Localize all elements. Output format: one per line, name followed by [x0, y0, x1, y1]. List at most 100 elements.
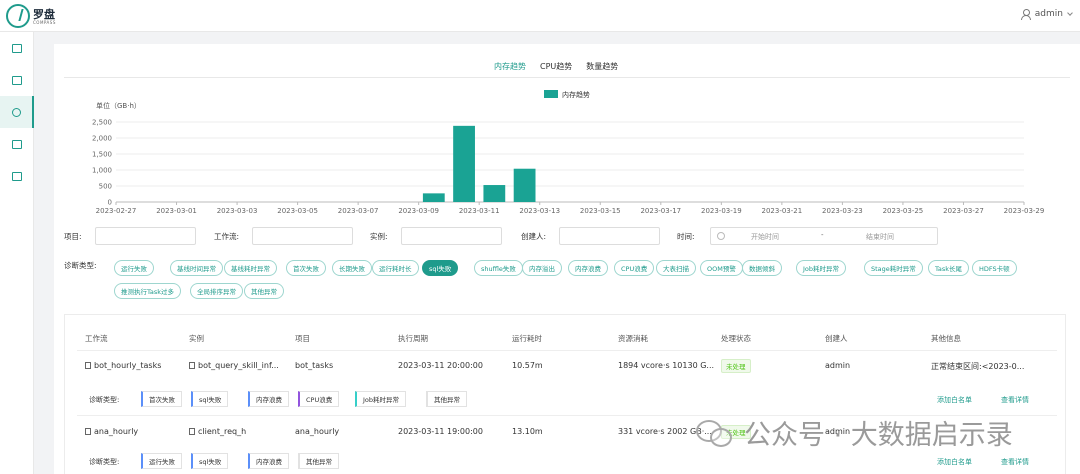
sidebar-item-table[interactable] [0, 160, 34, 192]
diag-pill[interactable]: 内存浪费 [568, 260, 608, 276]
diag-pill[interactable]: 内存溢出 [522, 260, 562, 276]
time-label: 时间: [677, 232, 695, 241]
chevron-down-icon [1067, 9, 1073, 16]
diag-type-label: 诊断类型: [64, 261, 97, 270]
diag-pill[interactable]: 全局排序异常 [190, 283, 243, 299]
x-tick-label: 2023-03-01 [156, 207, 197, 215]
diagnosis-icon [11, 107, 21, 117]
diag-pill[interactable]: 运行耗时长 [372, 260, 419, 276]
diag-tag: 内存浪费 [248, 453, 289, 469]
x-tick-label: 2023-03-09 [398, 207, 439, 215]
y-tick-label: 1,000 [92, 167, 112, 175]
cell-workflow[interactable]: ana_hourly [85, 427, 138, 436]
main-panel: 内存趋势 CPU趋势 数量趋势 内存趋势 单位（GB·h） 2,500 2,000 1,… [54, 44, 1080, 474]
diag-pill[interactable]: sql失败 [422, 260, 459, 276]
th-project: 项目 [295, 334, 310, 343]
sidebar-item-cube[interactable] [0, 128, 34, 160]
sidebar-item-diagnosis[interactable] [0, 96, 34, 128]
x-tick-label: 2023-03-05 [277, 207, 318, 215]
bar-2023-03-11 [483, 185, 506, 202]
user-name: admin [1034, 9, 1063, 19]
cell-workflow[interactable]: bot_hourly_tasks [85, 361, 161, 370]
diag-pill[interactable]: 首次失败 [286, 260, 326, 276]
diag-pill[interactable]: 长期失败 [332, 260, 372, 276]
memory-trend-chart: 内存趋势单位（GB·h）2,5002,0001,5001,00050002023… [92, 90, 1044, 215]
cube-icon [12, 139, 22, 149]
clock-icon [717, 232, 725, 240]
diag-pill[interactable]: 大表扫描 [656, 260, 696, 276]
tab-cpu-trend[interactable]: CPU趋势 [540, 61, 572, 78]
end-time-placeholder[interactable]: 结束时间 [866, 232, 894, 242]
diag-pill[interactable]: 其他异常 [244, 283, 284, 299]
diag-tag: sql失败 [191, 453, 229, 469]
diag-tag: 其他异常 [426, 391, 467, 407]
y-tick-label: 500 [99, 183, 112, 191]
diag-tag: 运行失败 [141, 453, 182, 469]
diag-pill[interactable]: OOM预警 [700, 260, 743, 276]
document-icon [85, 362, 91, 369]
view-detail-link[interactable]: 查看详情 [1001, 457, 1029, 467]
diag-pill[interactable]: 推测执行Task过多 [114, 283, 182, 299]
x-tick-label: 2023-03-15 [580, 207, 621, 215]
tab-memory-trend[interactable]: 内存趋势 [494, 61, 526, 78]
sidebar-item-dashboard[interactable] [0, 32, 34, 64]
x-tick-label: 2023-03-23 [822, 207, 863, 215]
x-tick-label: 2023-03-27 [943, 207, 984, 215]
watermark: 公众号 · 大数据启示录 [696, 412, 1013, 452]
diag-pill[interactable]: 数据倾斜 [742, 260, 782, 276]
user-icon [1020, 9, 1031, 20]
header-divider [77, 350, 1057, 351]
diag-pill[interactable]: HDFS卡顿 [972, 260, 1017, 276]
instance-input[interactable] [401, 227, 502, 245]
x-tick-label: 2023-03-11 [459, 207, 500, 215]
th-resource: 资源消耗 [618, 334, 648, 343]
creator-input[interactable] [559, 227, 660, 245]
diag-tag: Job耗时异常 [355, 391, 407, 407]
cell-duration: 13.10m [512, 427, 543, 436]
cell-creator: admin [825, 361, 851, 370]
diag-pill[interactable]: 基线耗时异常 [224, 260, 277, 276]
time-range-separator: - [821, 231, 824, 239]
diag-tag: CPU浪费 [298, 391, 340, 407]
document-icon [189, 428, 195, 435]
workflow-input[interactable] [252, 227, 353, 245]
diag-pill[interactable]: shuffle失败 [474, 260, 523, 276]
cell-duration: 10.57m [512, 361, 543, 370]
brand-subtitle: COMPASS [33, 20, 56, 25]
view-detail-link[interactable]: 查看详情 [1001, 395, 1029, 405]
cell-period: 2023-03-11 19:00:00 [398, 427, 483, 436]
tab-count-trend[interactable]: 数量趋势 [586, 61, 618, 78]
diag-pill[interactable]: Stage耗时异常 [864, 260, 923, 276]
compass-logo-icon[interactable] [6, 4, 30, 28]
start-time-placeholder[interactable]: 开始时间 [751, 232, 779, 242]
diag-pill[interactable]: Job耗时异常 [796, 260, 847, 276]
x-tick-label: 2023-03-17 [640, 207, 681, 215]
diag-pill[interactable]: CPU浪费 [614, 260, 655, 276]
sidebar-item-report[interactable] [0, 64, 34, 96]
document-icon [189, 362, 195, 369]
th-instance: 实例 [189, 334, 204, 343]
bar-2023-03-09 [422, 193, 445, 202]
user-menu[interactable]: admin [1020, 9, 1073, 20]
cell-project: ana_hourly [295, 427, 340, 436]
x-tick-label: 2023-03-13 [519, 207, 560, 215]
cell-period: 2023-03-11 20:00:00 [398, 361, 483, 370]
cell-instance[interactable]: bot_query_skill_inf... [189, 361, 279, 370]
th-creator: 创建人 [825, 334, 848, 343]
add-whitelist-link[interactable]: 添加白名单 [937, 457, 972, 467]
diag-pill[interactable]: 运行失败 [114, 260, 154, 276]
diag-pill[interactable]: 基线时间异常 [170, 260, 223, 276]
project-input[interactable] [95, 227, 196, 245]
y-tick-label: 0 [108, 199, 112, 207]
time-range-picker[interactable]: 开始时间 - 结束时间 [710, 227, 938, 245]
diag-pill[interactable]: Task长尾 [928, 260, 970, 276]
wechat-icon [696, 418, 732, 447]
th-other: 其他信息 [931, 334, 961, 343]
th-workflow: 工作流 [85, 334, 108, 343]
creator-label: 创建人: [521, 232, 547, 241]
x-tick-label: 2023-03-03 [217, 207, 258, 215]
watermark-text: 公众号 · 大数据启示录 [744, 419, 1013, 451]
add-whitelist-link[interactable]: 添加白名单 [937, 395, 972, 405]
cell-instance[interactable]: client_req_h [189, 427, 246, 436]
row-diag-label: 诊断类型: [89, 458, 120, 466]
